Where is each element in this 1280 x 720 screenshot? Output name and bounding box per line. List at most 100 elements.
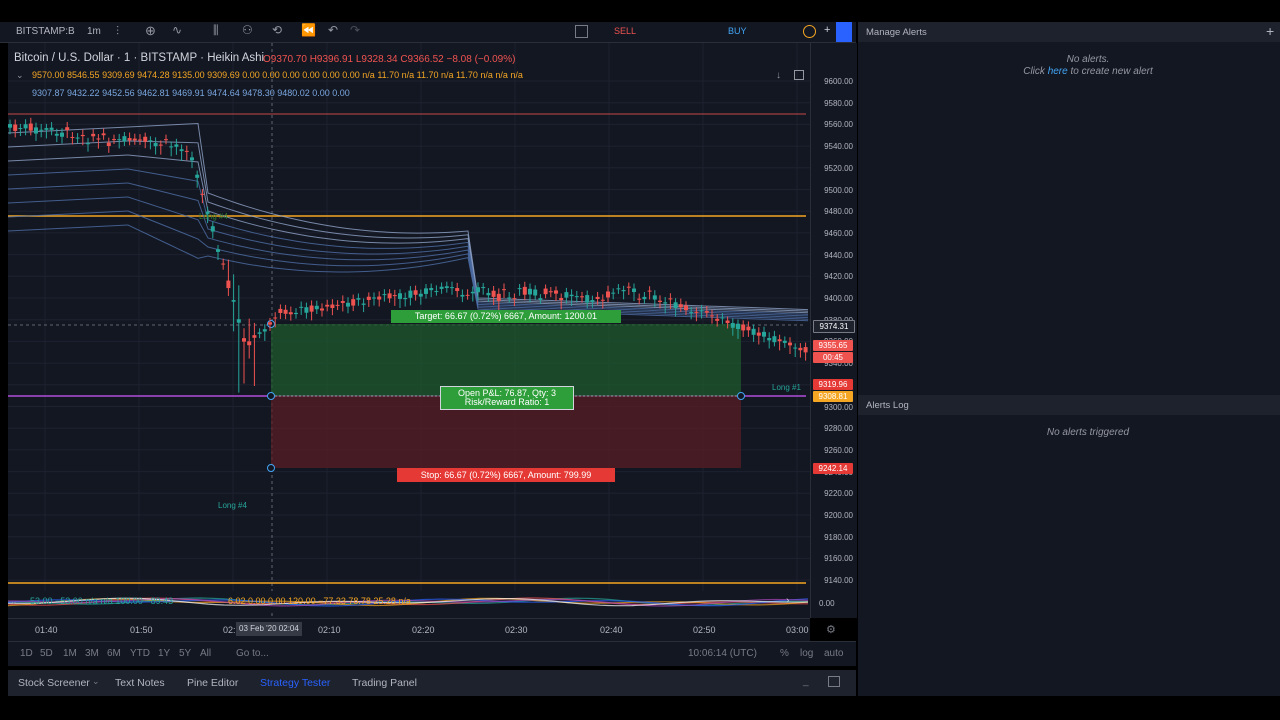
symbol-title: Bitcoin / U.S. Dollar · 1 · BITSTAMP · H…	[14, 52, 265, 64]
add-alert-icon[interactable]: +	[1266, 23, 1274, 39]
panel-toggle-button[interactable]	[836, 22, 852, 42]
time-tick: 02:40	[600, 625, 623, 635]
bottom-panel: Stock Screener ⌄ Text Notes Pine Editor …	[8, 670, 856, 696]
time-tick: 02:30	[505, 625, 528, 635]
percent-toggle[interactable]: %	[780, 648, 789, 659]
time-tick: 02:10	[318, 625, 341, 635]
range-6m[interactable]: 6M	[107, 648, 121, 659]
auto-toggle[interactable]: auto	[824, 648, 843, 659]
time-tick: 01:50	[130, 625, 153, 635]
maximize-pane-icon[interactable]	[794, 70, 804, 80]
rewind-icon[interactable]: ⏪	[301, 23, 316, 37]
last-price-label: 9355.65	[813, 340, 853, 351]
collapse-legend-icon[interactable]: ⌄	[16, 70, 24, 81]
minimize-icon[interactable]: _	[803, 676, 809, 687]
crosshair-date-label: 03 Feb '20 02:04	[236, 622, 302, 636]
range-5y[interactable]: 5Y	[179, 648, 191, 659]
price-tick: 9260.00	[824, 445, 853, 455]
no-alerts-text: No alerts.	[1066, 54, 1110, 65]
current-price-label: 9374.31	[813, 320, 855, 333]
time-tick: 02:	[223, 625, 236, 635]
price-tick: 9500.00	[824, 185, 853, 195]
alerts-log-title: Alerts Log	[866, 400, 909, 411]
tab-strategy-tester[interactable]: Strategy Tester	[260, 677, 330, 689]
price-tick: 9420.00	[824, 272, 853, 282]
replay-icon[interactable]: ⟲	[272, 23, 282, 37]
chevron-down-icon[interactable]: ⌄	[92, 676, 100, 687]
price-tick: 9480.00	[824, 207, 853, 217]
cursor-time: 02:04	[278, 624, 299, 633]
long-label: Long #4	[218, 501, 247, 510]
indicator-collapse-icon[interactable]: ⌄	[10, 596, 18, 607]
stop-handle	[267, 464, 275, 472]
indicator-arrow-icon[interactable]: ›	[786, 595, 789, 606]
add-icon[interactable]: +	[824, 24, 830, 36]
top-toolbar: BITSTAMP:B 1m ⫶ ⊕ ∿ ⫼ ⚇ ⟲ ⏪ ↶ ↷ SELL BUY…	[0, 22, 856, 43]
ohlc-values: O9370.70 H9396.91 L9328.34 C9366.52 −8.0…	[263, 54, 516, 65]
entry-handle	[267, 392, 275, 400]
range-1d[interactable]: 1D	[20, 648, 33, 659]
indicator-line-2: 9570.00 8546.55 9309.69 9474.28 9135.00 …	[32, 70, 523, 80]
pnl-label[interactable]: Open P&L: 76.87, Qty: 3 Risk/Reward Rati…	[440, 386, 574, 410]
tab-trading-panel[interactable]: Trading Panel	[352, 677, 417, 689]
alert-icon[interactable]: ⚇	[242, 23, 253, 37]
compare-icon[interactable]: ⊕	[145, 23, 156, 39]
click-text: Click	[1023, 66, 1045, 77]
create-alert-hint: Click here to create new alert	[858, 66, 1280, 77]
cursor-date: 03 Feb '20	[239, 624, 277, 633]
utc-clock[interactable]: 10:06:14 (UTC)	[688, 648, 757, 659]
time-tick: 01:40	[35, 625, 58, 635]
stop-level-label: 9242.14	[813, 463, 853, 474]
time-tick: 02:20	[412, 625, 435, 635]
axis-settings-icon[interactable]: ⚙	[826, 623, 836, 636]
time-tick: 03:00	[786, 625, 809, 635]
clock-icon[interactable]	[803, 25, 816, 38]
undo-icon[interactable]: ↶	[328, 23, 338, 37]
sell-button[interactable]: SELL	[614, 26, 636, 36]
indicator-zero-label: 0.00	[819, 599, 835, 608]
chart-canvas	[8, 43, 810, 618]
tab-stock-screener[interactable]: Stock Screener	[18, 677, 90, 689]
stop-label[interactable]: Stop: 66.67 (0.72%) 6667, Amount: 799.99	[397, 468, 615, 482]
range-3m[interactable]: 3M	[85, 648, 99, 659]
range-1y[interactable]: 1Y	[158, 648, 170, 659]
time-axis[interactable]: 01:40 01:50 02: 02:10 02:20 02:30 02:40 …	[8, 618, 836, 641]
manage-alerts-header: Manage Alerts +	[858, 22, 1280, 42]
target-label[interactable]: Target: 66.67 (0.72%) 6667, Amount: 1200…	[391, 310, 621, 323]
interval-selector[interactable]: 1m	[87, 26, 101, 37]
indicator-legend: 53.00 −53.00 n/a n/a 100.00 −89.43	[30, 596, 174, 606]
price-tick: 9560.00	[824, 120, 853, 130]
range-all[interactable]: All	[200, 648, 211, 659]
price-tick: 9220.00	[824, 489, 853, 499]
price-tick: 9200.00	[824, 511, 853, 520]
indicator-line-3: 9307.87 9432.22 9452.56 9462.81 9469.91 …	[32, 88, 350, 98]
templates-icon[interactable]: ⫼	[213, 23, 219, 38]
chart-pane[interactable]: Bitcoin / U.S. Dollar · 1 · BITSTAMP · H…	[8, 43, 810, 618]
long-label: Long #1	[772, 383, 801, 392]
scroll-down-icon[interactable]: ↓	[776, 70, 781, 81]
layout-icon[interactable]	[575, 25, 588, 38]
range-5d[interactable]: 5D	[40, 648, 53, 659]
price-tick: 9540.00	[824, 142, 853, 152]
maximize-icon[interactable]	[828, 676, 840, 687]
price-scale[interactable]: 9600.00 9580.00 9560.00 9540.00 9520.00 9500.…	[810, 43, 857, 618]
log-toggle[interactable]: log	[800, 648, 813, 659]
range-1m[interactable]: 1M	[63, 648, 77, 659]
redo-icon[interactable]: ↷	[350, 23, 360, 37]
manage-alerts-title: Manage Alerts	[866, 27, 927, 38]
indicators-icon[interactable]: ∿	[172, 23, 182, 37]
red-level-label: 9319.96	[813, 379, 853, 390]
chart-type-icon[interactable]: ⫶	[116, 24, 119, 39]
right-handle	[737, 392, 745, 400]
create-alert-text: to create new alert	[1070, 66, 1153, 77]
range-ytd[interactable]: YTD	[130, 648, 150, 659]
countdown-label: 00:45	[813, 352, 853, 363]
tab-text-notes[interactable]: Text Notes	[115, 677, 165, 689]
buy-button[interactable]: BUY	[728, 26, 747, 36]
symbol-search[interactable]: BITSTAMP:B	[16, 26, 75, 37]
create-alert-link[interactable]: here	[1048, 66, 1068, 77]
goto-button[interactable]: Go to...	[236, 648, 269, 659]
indicator-values: 6.02 0.00 0.00 120.00 −77.33 78.78 25.28…	[228, 596, 411, 606]
price-tick: 9580.00	[824, 98, 853, 108]
tab-pine-editor[interactable]: Pine Editor	[187, 677, 238, 689]
